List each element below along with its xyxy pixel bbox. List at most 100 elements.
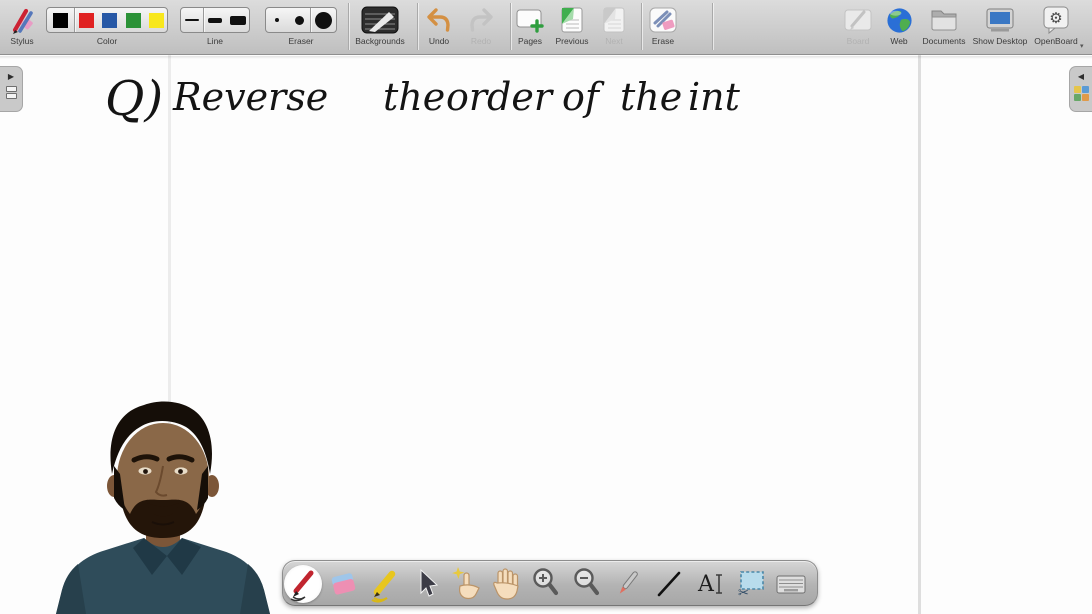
toolbar-separator bbox=[348, 3, 349, 50]
tool-keyboard-button[interactable] bbox=[774, 564, 808, 604]
openboard-window: Q) Reverse the order of the int Stylus C… bbox=[0, 0, 1092, 614]
eraser-label: Eraser bbox=[288, 36, 314, 46]
next-page-icon bbox=[601, 5, 627, 35]
undo-button[interactable]: Undo bbox=[419, 0, 459, 55]
text-tool-glyph: A bbox=[697, 572, 715, 597]
capture-icon: ✂ bbox=[738, 571, 764, 600]
stylus-toolbar[interactable]: A ✂ bbox=[282, 560, 818, 606]
previous-page-icon bbox=[559, 5, 585, 35]
eraser-group: Eraser bbox=[264, 0, 338, 55]
color-group: Color bbox=[45, 0, 169, 55]
next-page-label: Next bbox=[605, 36, 623, 46]
toolbar-shadow bbox=[0, 56, 1092, 59]
documents-folder-icon bbox=[929, 5, 959, 35]
expand-right-icon: ▶ bbox=[7, 72, 15, 81]
tool-hand-button[interactable] bbox=[489, 564, 523, 604]
eraser-medium-button[interactable] bbox=[288, 8, 311, 32]
show-desktop-button[interactable]: Show Desktop bbox=[969, 0, 1031, 55]
documents-button[interactable]: Documents bbox=[918, 0, 970, 55]
handwriting-word: the bbox=[383, 75, 445, 119]
web-browser-label: Web bbox=[890, 36, 908, 46]
openboard-menu-button[interactable]: ⚙ OpenBoard bbox=[1030, 0, 1082, 55]
handwriting-word: the bbox=[620, 75, 682, 119]
interact-hand-icon bbox=[452, 567, 480, 600]
board-mode-label: Board bbox=[846, 36, 870, 46]
tool-marker-button[interactable] bbox=[367, 564, 401, 604]
erase-page-button[interactable]: Erase bbox=[642, 0, 684, 55]
line-label: Line bbox=[206, 36, 224, 46]
handwriting-ink: Q) Reverse the order of the int bbox=[105, 71, 741, 127]
color-swatch-red[interactable] bbox=[75, 8, 99, 32]
page-edge-line bbox=[918, 55, 921, 614]
eraser-small-button[interactable] bbox=[266, 8, 288, 32]
color-swatch-green[interactable] bbox=[122, 8, 146, 32]
undo-icon bbox=[425, 5, 453, 35]
pan-hand-icon bbox=[493, 568, 519, 600]
tool-zoom-in-button[interactable] bbox=[529, 564, 563, 604]
eraser-large-button[interactable] bbox=[311, 8, 336, 32]
tool-capture-button[interactable]: ✂ bbox=[734, 564, 768, 604]
right-drawer-tab[interactable]: ◀ bbox=[1069, 66, 1092, 112]
line-thick-button[interactable] bbox=[226, 8, 249, 32]
laser-pointer-icon bbox=[619, 571, 638, 594]
pages-label: Pages bbox=[517, 36, 543, 46]
line-tool-icon bbox=[657, 571, 681, 597]
backgrounds-button[interactable]: Backgrounds bbox=[354, 0, 406, 55]
show-desktop-icon bbox=[984, 5, 1016, 35]
page-navigator-icon bbox=[5, 86, 17, 99]
openboard-gear-icon: ⚙ bbox=[1041, 5, 1071, 35]
redo-button[interactable]: Redo bbox=[461, 0, 501, 55]
tool-zoom-out-button[interactable] bbox=[570, 564, 604, 604]
previous-page-button[interactable]: Previous bbox=[550, 0, 594, 55]
library-icon bbox=[1073, 86, 1089, 101]
marker-icon bbox=[371, 570, 396, 603]
next-page-button[interactable]: Next bbox=[595, 0, 633, 55]
keyboard-icon bbox=[776, 575, 806, 594]
tool-line-button[interactable] bbox=[652, 564, 686, 604]
stylus-button[interactable]: Stylus bbox=[2, 0, 42, 55]
text-tool-icon: A bbox=[697, 572, 722, 597]
redo-icon bbox=[467, 5, 495, 35]
pen-icon bbox=[290, 570, 314, 602]
board-mode-icon bbox=[843, 5, 873, 35]
line-thin-button[interactable] bbox=[181, 8, 203, 32]
toolbar-overflow-caret[interactable]: ▾ bbox=[1080, 42, 1084, 50]
erase-page-label: Erase bbox=[651, 36, 675, 46]
color-swatch-blue[interactable] bbox=[98, 8, 122, 32]
color-swatch-yellow[interactable] bbox=[145, 8, 167, 32]
backgrounds-label: Backgrounds bbox=[355, 36, 405, 46]
web-browser-button[interactable]: Web bbox=[881, 0, 917, 55]
left-drawer-tab[interactable]: ▶ bbox=[0, 66, 23, 112]
line-group: Line bbox=[179, 0, 251, 55]
erase-page-icon bbox=[648, 5, 678, 35]
tool-text-button[interactable]: A bbox=[693, 564, 727, 604]
pages-icon bbox=[515, 5, 545, 35]
redo-label: Redo bbox=[470, 36, 492, 46]
handwriting-word: of bbox=[562, 75, 605, 119]
stylus-label: Stylus bbox=[10, 36, 34, 46]
expand-left-icon: ◀ bbox=[1077, 72, 1085, 81]
line-medium-button[interactable] bbox=[204, 8, 227, 32]
tool-pointer-button[interactable] bbox=[610, 564, 644, 604]
openboard-menu-label: OpenBoard bbox=[1034, 36, 1078, 46]
pages-button[interactable]: Pages bbox=[510, 0, 550, 55]
tool-play-button[interactable] bbox=[448, 564, 482, 604]
web-globe-icon bbox=[885, 5, 914, 35]
zoom-out-icon bbox=[574, 568, 600, 596]
tool-pen-button[interactable] bbox=[286, 564, 320, 604]
handwriting-word: int bbox=[688, 75, 741, 119]
scissors-glyph: ✂ bbox=[738, 585, 749, 600]
stylus-icon bbox=[8, 5, 36, 35]
board-mode-button[interactable]: Board bbox=[838, 0, 878, 55]
top-toolbar: Stylus Color Line Eraser Backgrounds Und… bbox=[0, 0, 1092, 55]
color-label: Color bbox=[96, 36, 118, 46]
color-swatch-black[interactable] bbox=[47, 8, 74, 32]
previous-page-label: Previous bbox=[555, 36, 589, 46]
undo-label: Undo bbox=[428, 36, 450, 46]
eraser-icon bbox=[331, 573, 356, 595]
tool-eraser-button[interactable] bbox=[326, 564, 360, 604]
show-desktop-label: Show Desktop bbox=[972, 36, 1028, 46]
backgrounds-icon bbox=[361, 5, 399, 35]
tool-selector-button[interactable] bbox=[408, 564, 442, 604]
documents-label: Documents bbox=[922, 36, 966, 46]
